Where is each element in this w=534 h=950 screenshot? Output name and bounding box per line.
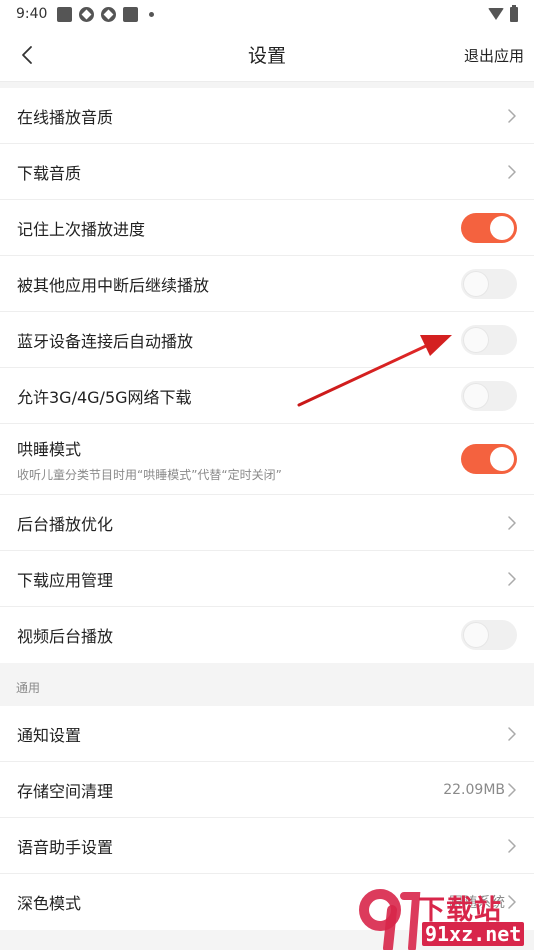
toggle-switch[interactable]	[461, 268, 517, 299]
chevron-right-icon	[508, 515, 516, 530]
settings-row[interactable]: 存储空间清理 22.09MB	[0, 762, 534, 818]
settings-row-value: 22.09MB	[443, 781, 505, 798]
chevron-right-icon	[508, 726, 516, 741]
settings-row-text: 通知设置	[17, 722, 507, 746]
wifi-icon	[488, 8, 504, 20]
toggle-knob	[464, 623, 488, 647]
toggle-knob	[464, 271, 488, 296]
general-section-header: 通用	[0, 663, 534, 706]
page-title: 设置	[247, 45, 286, 67]
settings-row-text: 在线播放音质	[17, 104, 507, 128]
toggle-switch[interactable]	[461, 380, 517, 411]
chevron-right-icon	[508, 838, 516, 853]
playback-settings-list: 在线播放音质 下载音质记住上次播放进度被其他应用中断后继续播放 蓝牙设备连接后自动播…	[0, 88, 534, 663]
settings-row-label: 下载应用管理	[17, 570, 114, 590]
settings-row-text: 被其他应用中断后继续播放	[17, 272, 461, 296]
status-time: 9:40	[16, 6, 48, 22]
settings-row[interactable]: 哄睡模式收听儿童分类节目时用“哄睡模式”代替“定时关闭”	[0, 424, 534, 495]
settings-row-label: 后台播放优化	[17, 514, 114, 534]
settings-row-label: 被其他应用中断后继续播放	[17, 275, 210, 295]
settings-row[interactable]: 在线播放音质	[0, 88, 534, 144]
notification-app-icon	[79, 6, 95, 22]
settings-row-text: 哄睡模式收听儿童分类节目时用“哄睡模式”代替“定时关闭”	[17, 436, 461, 483]
exit-app-button[interactable]: 退出应用	[464, 45, 524, 66]
settings-row-text: 下载音质	[17, 160, 507, 184]
settings-row-text: 下载应用管理	[17, 567, 507, 591]
more-notifications-icon	[149, 11, 155, 17]
toggle-knob	[490, 447, 514, 471]
settings-row-label: 通知设置	[17, 725, 82, 745]
chevron-right-icon	[508, 782, 516, 797]
nav-bar: 设置 退出应用	[0, 28, 534, 82]
chevron-right-icon	[508, 164, 516, 179]
status-bar: 9:40	[0, 0, 534, 28]
settings-row-text: 记住上次播放进度	[17, 216, 461, 240]
settings-row[interactable]: 视频后台播放	[0, 607, 534, 663]
settings-row[interactable]: 语音助手设置	[0, 818, 534, 874]
chevron-right-icon	[508, 571, 516, 586]
chevron-right-icon	[508, 108, 516, 123]
settings-row-label: 语音助手设置	[17, 837, 114, 857]
toggle-switch[interactable]	[461, 212, 517, 243]
settings-row-label: 记住上次播放进度	[17, 219, 146, 239]
battery-icon	[510, 4, 518, 22]
settings-row[interactable]: 通知设置	[0, 706, 534, 762]
watermark-logo-icon	[359, 889, 421, 950]
back-arrow-icon[interactable]	[16, 43, 40, 67]
settings-row-label: 蓝牙设备连接后自动播放	[17, 331, 194, 351]
settings-row-label: 存储空间清理	[17, 781, 114, 801]
settings-row-text: 蓝牙设备连接后自动播放	[17, 328, 461, 352]
toggle-knob	[464, 383, 488, 408]
toggle-knob	[490, 215, 514, 240]
settings-row-text: 后台播放优化	[17, 511, 507, 535]
settings-row-description: 收听儿童分类节目时用“哄睡模式”代替“定时关闭”	[17, 467, 282, 482]
settings-row[interactable]: 允许3G/4G/5G网络下载	[0, 368, 534, 424]
toggle-switch[interactable]	[461, 324, 517, 355]
toggle-switch[interactable]	[461, 620, 517, 650]
settings-row[interactable]: 蓝牙设备连接后自动播放	[0, 312, 534, 368]
settings-row-text: 存储空间清理	[17, 778, 443, 802]
settings-row-text: 视频后台播放	[17, 623, 461, 647]
settings-row-label: 哄睡模式	[17, 439, 82, 459]
settings-row[interactable]: 被其他应用中断后继续播放	[0, 256, 534, 312]
settings-row[interactable]: 记住上次播放进度	[0, 200, 534, 256]
notification-square-icon	[123, 6, 139, 22]
notification-square-icon	[57, 6, 73, 22]
toggle-knob	[464, 327, 488, 352]
system-icons	[488, 4, 518, 22]
settings-row-label: 允许3G/4G/5G网络下载	[17, 387, 192, 407]
notification-icons	[57, 6, 155, 22]
settings-row-label: 视频后台播放	[17, 627, 114, 646]
notification-app-icon	[101, 6, 117, 22]
settings-row[interactable]: 下载音质	[0, 144, 534, 200]
settings-row-text: 语音助手设置	[17, 834, 507, 858]
settings-row-text: 允许3G/4G/5G网络下载	[17, 384, 461, 408]
settings-row[interactable]: 后台播放优化	[0, 495, 534, 551]
site-watermark: 下载站 91xz.net	[358, 886, 528, 950]
settings-row-label: 下载音质	[17, 163, 82, 183]
toggle-switch[interactable]	[461, 444, 517, 474]
settings-row-label: 在线播放音质	[17, 107, 114, 127]
watermark-url: 91xz.net	[422, 922, 525, 946]
settings-row[interactable]: 下载应用管理	[0, 551, 534, 607]
